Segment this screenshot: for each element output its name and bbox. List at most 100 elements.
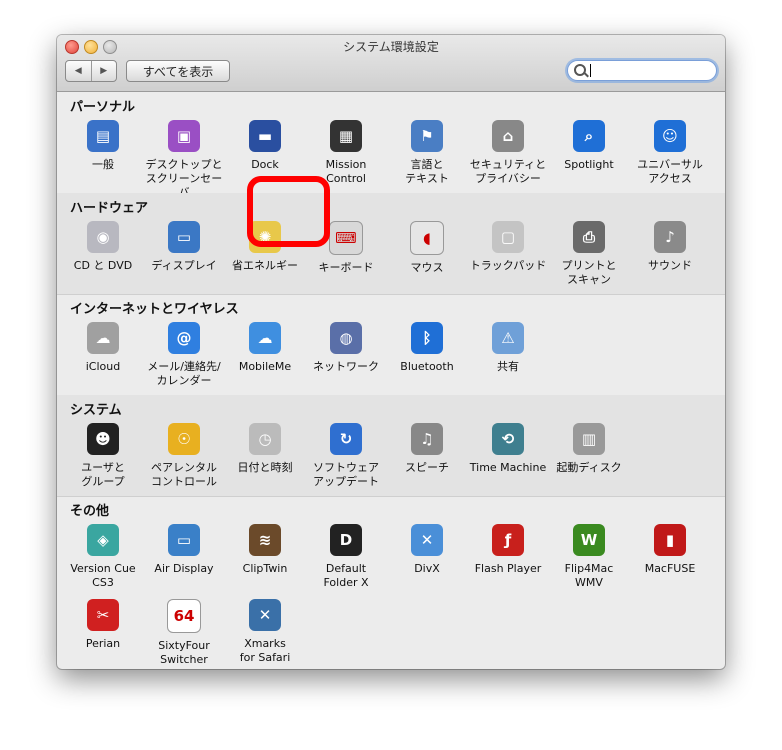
pref-pane-universal-access[interactable]: ☺ ユニバーサル アクセス xyxy=(629,120,711,186)
pref-pane-label: Air Display xyxy=(154,562,214,575)
pref-pane-divx[interactable]: ✕ DivX xyxy=(386,524,468,576)
printer-icon: ⎙ xyxy=(573,221,605,253)
section-4: その他 ◈ Version Cue CS3 ▭ Air Display ≋ ClipTwin… xyxy=(57,496,725,669)
pref-pane-label: 省エネルギー xyxy=(232,259,298,272)
time-machine-icon: ⟲ xyxy=(492,423,524,455)
pref-pane-sixtyfour[interactable]: 64 SixtyFour Switcher xyxy=(143,599,225,667)
pref-pane-parental-controls[interactable]: ☉ ペアレンタル コントロール xyxy=(143,423,225,489)
pref-pane-label: Dock xyxy=(251,158,279,171)
pref-pane-label: ネットワーク xyxy=(313,360,379,373)
pref-pane-label: DivX xyxy=(414,562,440,575)
pref-pane-startup-disk[interactable]: ▥ 起動ディスク xyxy=(548,423,630,475)
pref-pane-label: iCloud xyxy=(85,360,121,373)
macfuse-icon: ▮ xyxy=(654,524,686,556)
pref-pane-bluetooth[interactable]: ᛒ Bluetooth xyxy=(386,322,468,374)
pref-pane-network[interactable]: ◍ ネットワーク xyxy=(305,322,387,374)
pref-pane-label: ユーザと グループ xyxy=(81,461,125,488)
pref-pane-language[interactable]: ⚑ 言語と テキスト xyxy=(386,120,468,186)
pref-pane-mail-contacts[interactable]: @ メール/連絡先/ カレンダー xyxy=(143,322,225,388)
pref-pane-flash-player[interactable]: ƒ Flash Player xyxy=(467,524,549,576)
system-preferences-window: システム環境設定 ◀ ▶ すべてを表示 パーソナル ▤ 一般 ▣ デスクトップと スクリ… xyxy=(57,35,725,669)
pref-pane-sound[interactable]: ♪ サウンド xyxy=(629,221,711,273)
pref-pane-security[interactable]: ⌂ セキュリティと プライバシー xyxy=(467,120,549,186)
pref-pane-flip4mac[interactable]: W Flip4Mac WMV xyxy=(548,524,630,590)
pref-pane-dock[interactable]: ▬ Dock xyxy=(224,120,306,172)
search-icon xyxy=(574,64,586,76)
air-display-icon: ▭ xyxy=(168,524,200,556)
pref-pane-label: Bluetooth xyxy=(400,360,454,373)
xmarks-icon: ✕ xyxy=(249,599,281,631)
universal-access-icon: ☺ xyxy=(654,120,686,152)
section-title: パーソナル xyxy=(70,100,136,115)
pref-pane-spotlight[interactable]: ⌕ Spotlight xyxy=(548,120,630,172)
mouse-icon: ◖ xyxy=(410,221,444,255)
software-update-icon: ↻ xyxy=(330,423,362,455)
pref-pane-label: 一般 xyxy=(92,158,114,171)
pref-pane-label: ディスプレイ xyxy=(151,259,217,272)
parental-controls-icon: ☉ xyxy=(168,423,200,455)
pref-pane-label: ペアレンタル コントロール xyxy=(151,461,217,488)
speech-icon: ♫ xyxy=(411,423,443,455)
search-field[interactable] xyxy=(567,60,717,81)
pref-pane-perian[interactable]: ✂ Perian xyxy=(62,599,144,651)
pref-pane-label: Version Cue CS3 xyxy=(70,562,136,589)
security-icon: ⌂ xyxy=(492,120,524,152)
section-3: システム ☻ ユーザと グループ ☉ ペアレンタル コントロール ◷ 日付と時刻 ↻ ソフトウェ… xyxy=(57,395,725,497)
flip4mac-icon: W xyxy=(573,524,605,556)
sharing-icon: ⚠ xyxy=(492,322,524,354)
pref-pane-software-update[interactable]: ↻ ソフトウェア アップデート xyxy=(305,423,387,489)
pref-pane-speech[interactable]: ♫ スピーチ xyxy=(386,423,468,475)
window-title: システム環境設定 xyxy=(343,40,439,54)
pref-pane-trackpad[interactable]: ▢ トラックパッド xyxy=(467,221,549,273)
pref-pane-label: 起動ディスク xyxy=(556,461,622,474)
users-groups-icon: ☻ xyxy=(87,423,119,455)
section-title: システム xyxy=(70,403,122,418)
mission-control-icon: ▦ xyxy=(330,120,362,152)
pref-pane-mobileme[interactable]: ☁ MobileMe xyxy=(224,322,306,374)
pref-pane-time-machine[interactable]: ⟲ Time Machine xyxy=(467,423,549,475)
pref-pane-label: Default Folder X xyxy=(323,562,369,589)
pref-pane-label: MacFUSE xyxy=(644,562,696,575)
section-1: ハードウェア ◉ CD と DVD ▭ ディスプレイ ✺ 省エネルギー ⌨ キーボード ◖ マウス ▢… xyxy=(57,193,725,295)
pref-pane-label: 日付と時刻 xyxy=(237,461,293,474)
pref-pane-desktop[interactable]: ▣デスクトップと スクリーンセーバ xyxy=(143,120,225,200)
forward-button[interactable]: ▶ xyxy=(92,61,117,81)
keyboard-highlight-annotation xyxy=(247,176,330,247)
pref-pane-label: スピーチ xyxy=(405,461,449,474)
pref-pane-label: ClipTwin xyxy=(242,562,288,575)
pref-pane-display[interactable]: ▭ ディスプレイ xyxy=(143,221,225,273)
divx-icon: ✕ xyxy=(411,524,443,556)
pref-pane-general[interactable]: ▤ 一般 xyxy=(62,120,144,172)
general-icon: ▤ xyxy=(87,120,119,152)
text-caret xyxy=(590,64,591,77)
back-button[interactable]: ◀ xyxy=(66,61,92,81)
pref-pane-mouse[interactable]: ◖ マウス xyxy=(386,221,468,275)
pref-pane-version-cue[interactable]: ◈ Version Cue CS3 xyxy=(62,524,144,590)
section-title: インターネットとワイヤレス xyxy=(70,302,239,317)
titlebar: システム環境設定 ◀ ▶ すべてを表示 xyxy=(57,35,725,92)
pref-pane-printer[interactable]: ⎙ プリントと スキャン xyxy=(548,221,630,287)
section-2: インターネットとワイヤレス ☁ iCloud @ メール/連絡先/ カレンダー ☁ Mobi… xyxy=(57,294,725,396)
pref-pane-label: CD と DVD xyxy=(73,259,133,272)
back-forward-control: ◀ ▶ xyxy=(65,60,117,82)
pref-pane-macfuse[interactable]: ▮ MacFUSE xyxy=(629,524,711,576)
pref-pane-label: メール/連絡先/ カレンダー xyxy=(147,360,221,387)
date-time-icon: ◷ xyxy=(249,423,281,455)
pref-pane-label: Spotlight xyxy=(564,158,614,171)
pref-pane-xmarks[interactable]: ✕ Xmarks for Safari xyxy=(224,599,306,665)
pref-pane-cd-dvd[interactable]: ◉ CD と DVD xyxy=(62,221,144,273)
show-all-button[interactable]: すべてを表示 xyxy=(126,60,230,82)
sound-icon: ♪ xyxy=(654,221,686,253)
pref-pane-users-groups[interactable]: ☻ ユーザと グループ xyxy=(62,423,144,489)
pref-pane-icloud[interactable]: ☁ iCloud xyxy=(62,322,144,374)
pref-pane-sharing[interactable]: ⚠ 共有 xyxy=(467,322,549,374)
spotlight-icon: ⌕ xyxy=(573,120,605,152)
sixtyfour-icon: 64 xyxy=(167,599,201,633)
pref-pane-label: ソフトウェア アップデート xyxy=(313,461,379,488)
pref-pane-default-folder[interactable]: D Default Folder X xyxy=(305,524,387,590)
pref-pane-air-display[interactable]: ▭ Air Display xyxy=(143,524,225,576)
startup-disk-icon: ▥ xyxy=(573,423,605,455)
pref-pane-date-time[interactable]: ◷ 日付と時刻 xyxy=(224,423,306,475)
network-icon: ◍ xyxy=(330,322,362,354)
pref-pane-cliptwin[interactable]: ≋ ClipTwin xyxy=(224,524,306,576)
